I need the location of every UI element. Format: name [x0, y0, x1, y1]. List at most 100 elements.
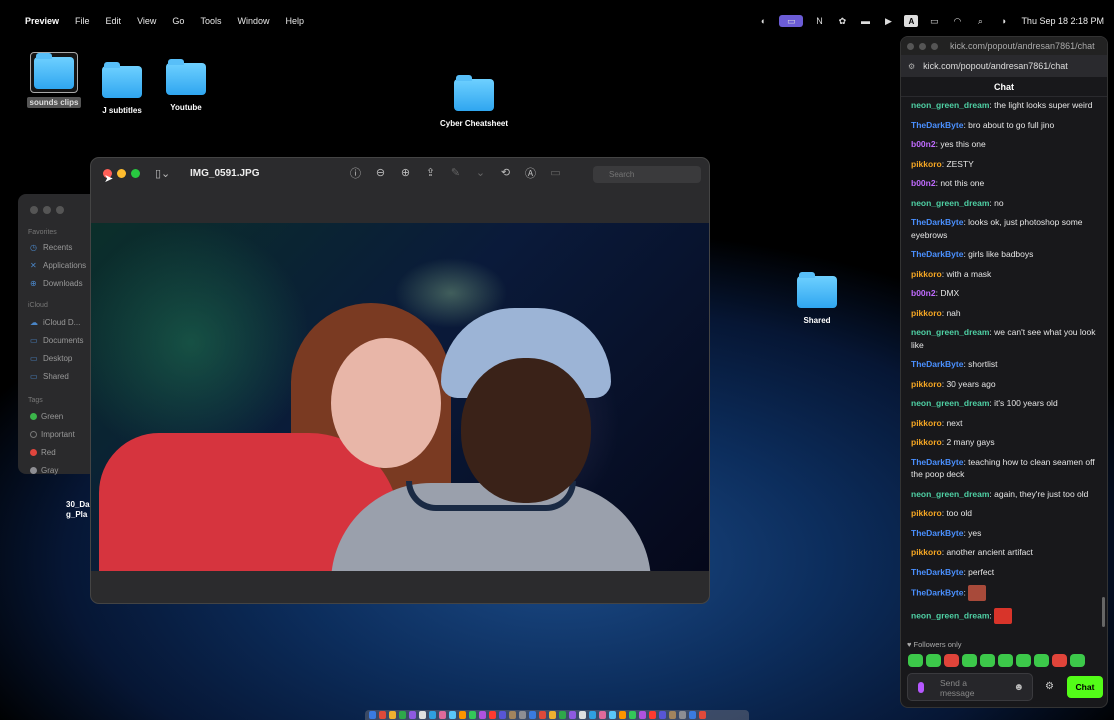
chat-username[interactable]: TheDarkByte	[911, 120, 963, 130]
dock-app-icon[interactable]	[459, 711, 466, 719]
chat-username[interactable]: pikkoro	[911, 437, 942, 447]
chat-username[interactable]: pikkoro	[911, 379, 942, 389]
desktop-folder-cyber-cheatsheet[interactable]: Cyber Cheatsheet	[434, 75, 514, 128]
text-icon[interactable]: A	[904, 15, 919, 27]
dock-app-icon[interactable]	[559, 711, 566, 719]
send-chat-button[interactable]: Chat	[1067, 676, 1103, 698]
dock-app-icon[interactable]	[629, 711, 636, 719]
notion-icon[interactable]: N	[812, 15, 826, 27]
markup-icon[interactable]: Ⓐ	[524, 166, 537, 180]
gear-icon[interactable]: ⚙	[1045, 681, 1054, 692]
chat-username[interactable]: pikkoro	[911, 308, 942, 318]
sidebar-item-documents[interactable]: ▭ Documents	[30, 336, 83, 345]
minimize-icon[interactable]	[919, 42, 926, 50]
minimize-icon[interactable]	[43, 206, 51, 214]
sidebar-tag-important[interactable]: Important	[30, 430, 75, 439]
dock-app-icon[interactable]	[439, 711, 446, 719]
microphone-icon[interactable]	[918, 682, 924, 693]
emoji-icon[interactable]: ☻	[1013, 682, 1024, 693]
dock-app-icon[interactable]	[659, 711, 666, 719]
search-icon[interactable]: ⌕	[973, 15, 987, 27]
sidebar-item-icloud-drive[interactable]: ☁ iCloud D...	[30, 318, 80, 327]
emote-icon[interactable]	[1052, 654, 1067, 667]
chat-username[interactable]: TheDarkByte	[911, 457, 963, 467]
dock-app-icon[interactable]	[399, 711, 406, 719]
emote-icon[interactable]	[998, 654, 1013, 667]
dock-app-icon[interactable]	[639, 711, 646, 719]
zoom-icon[interactable]	[56, 206, 64, 214]
dock-app-icon[interactable]	[369, 711, 376, 719]
emote-icon[interactable]	[1070, 654, 1085, 667]
dock-app-icon[interactable]	[479, 711, 486, 719]
dock-app-icon[interactable]	[529, 711, 536, 719]
battery-icon[interactable]: ▭	[927, 15, 941, 27]
dock-app-icon[interactable]	[649, 711, 656, 719]
dock-app-icon[interactable]	[539, 711, 546, 719]
dock-app-icon[interactable]	[519, 711, 526, 719]
play-icon[interactable]: ▶	[881, 15, 895, 27]
emote-icon[interactable]	[908, 654, 923, 667]
emote-icon[interactable]	[980, 654, 995, 667]
share-icon[interactable]: ⇪	[424, 166, 437, 179]
chat-username[interactable]: TheDarkByte	[911, 359, 963, 369]
chevron-down-icon[interactable]: ⌄	[474, 166, 487, 179]
screen-share-icon[interactable]: ◐	[756, 15, 770, 27]
chat-username[interactable]: pikkoro	[911, 269, 942, 279]
info-icon[interactable]: ⓘ	[349, 166, 362, 180]
scrollbar[interactable]	[1102, 597, 1105, 627]
site-settings-icon[interactable]: ⚙	[908, 62, 915, 71]
menu-app-name[interactable]: Preview	[25, 16, 59, 26]
emote-icon[interactable]	[1016, 654, 1031, 667]
menu-clock[interactable]: Thu Sep 18 2:18 PM	[1021, 16, 1104, 26]
dock-app-icon[interactable]	[699, 711, 706, 719]
search-input[interactable]	[593, 166, 701, 183]
close-icon[interactable]	[907, 42, 914, 50]
sidebar-tag-green[interactable]: Green	[30, 412, 63, 421]
dock-app-icon[interactable]	[409, 711, 416, 719]
mirror-icon[interactable]: ▭	[779, 15, 804, 27]
url-bar[interactable]: ⚙ kick.com/popout/andresan7861/chat	[901, 55, 1107, 77]
chat-username[interactable]: pikkoro	[911, 547, 942, 557]
sidebar-item-applications[interactable]: ✕ Applications	[30, 261, 86, 270]
chat-username[interactable]: neon_green_dream	[911, 198, 989, 208]
dock-app-icon[interactable]	[429, 711, 436, 719]
menu-view[interactable]: View	[137, 16, 156, 26]
dock-app-icon[interactable]	[549, 711, 556, 719]
dock-app-icon[interactable]	[489, 711, 496, 719]
menu-window[interactable]: Window	[237, 16, 269, 26]
dock-app-icon[interactable]	[379, 711, 386, 719]
message-input[interactable]: Send a message	[940, 678, 1000, 698]
dock-app-icon[interactable]	[679, 711, 686, 719]
menu-help[interactable]: Help	[285, 16, 304, 26]
minimize-icon[interactable]	[117, 169, 126, 178]
sidebar-item-shared[interactable]: ▭ Shared	[30, 372, 69, 381]
desktop-folder-youtube[interactable]: Youtube	[146, 59, 226, 112]
menu-tools[interactable]: Tools	[200, 16, 221, 26]
close-icon[interactable]	[30, 206, 38, 214]
emote-icon[interactable]	[926, 654, 941, 667]
dock-app-icon[interactable]	[389, 711, 396, 719]
chat-username[interactable]: TheDarkByte	[911, 567, 963, 577]
dock-app-icon[interactable]	[579, 711, 586, 719]
sidebar-item-downloads[interactable]: ⊕ Downloads	[30, 279, 83, 288]
chat-username[interactable]: b00n2	[911, 178, 936, 188]
zoom-icon[interactable]	[131, 169, 140, 178]
dock-app-icon[interactable]	[499, 711, 506, 719]
chat-username[interactable]: neon_green_dream	[911, 398, 989, 408]
markup-pen-icon[interactable]: ✎	[449, 166, 462, 179]
emote-icon[interactable]	[944, 654, 959, 667]
menu-edit[interactable]: Edit	[106, 16, 122, 26]
dock-app-icon[interactable]	[509, 711, 516, 719]
emote-icon[interactable]	[962, 654, 977, 667]
message-input-box[interactable]: Send a message ☻	[907, 673, 1033, 701]
dock-app-icon[interactable]	[599, 711, 606, 719]
chat-username[interactable]: b00n2	[911, 288, 936, 298]
chat-username[interactable]: neon_green_dream	[911, 100, 989, 110]
chatgpt-icon[interactable]: ✿	[835, 15, 849, 27]
sidebar-item-recents[interactable]: ◷ Recents	[30, 243, 72, 252]
zoom-out-icon[interactable]: ⊖	[374, 166, 387, 179]
chat-username[interactable]: neon_green_dream	[911, 610, 989, 620]
dock-app-icon[interactable]	[419, 711, 426, 719]
zoom-icon[interactable]	[931, 42, 938, 50]
dock-app-icon[interactable]	[469, 711, 476, 719]
